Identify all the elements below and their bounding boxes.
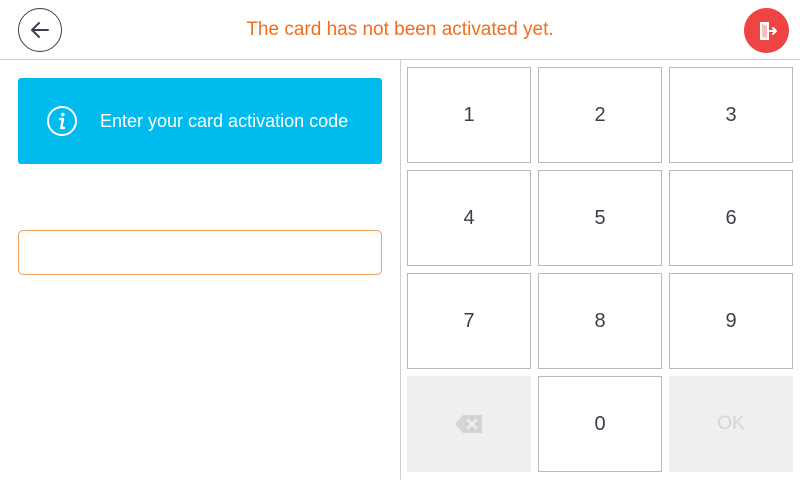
exit-door-icon	[759, 21, 777, 40]
numeric-keypad: 1 2 3 4 5 6 7 8 9 0 OK	[407, 67, 793, 472]
info-banner-text: Enter your card activation code	[100, 110, 349, 131]
key-0[interactable]: 0	[538, 376, 662, 472]
panel-divider	[400, 60, 401, 480]
activation-screen: The card has not been activated yet. Ent…	[0, 0, 800, 480]
info-banner: Enter your card activation code	[18, 78, 382, 164]
key-7[interactable]: 7	[407, 273, 531, 369]
key-9[interactable]: 9	[669, 273, 793, 369]
info-icon	[46, 105, 78, 137]
key-6[interactable]: 6	[669, 170, 793, 266]
backspace-key[interactable]	[407, 376, 531, 472]
backspace-icon	[455, 415, 482, 433]
key-4[interactable]: 4	[407, 170, 531, 266]
key-1[interactable]: 1	[407, 67, 531, 163]
key-5[interactable]: 5	[538, 170, 662, 266]
activation-code-input[interactable]	[18, 230, 382, 275]
key-8[interactable]: 8	[538, 273, 662, 369]
exit-button[interactable]	[744, 8, 789, 53]
arrow-left-icon	[31, 22, 49, 38]
back-button[interactable]	[18, 8, 62, 52]
left-panel: Enter your card activation code	[0, 60, 400, 480]
page-title: The card has not been activated yet.	[246, 19, 554, 40]
key-3[interactable]: 3	[669, 67, 793, 163]
ok-button[interactable]: OK	[669, 376, 793, 472]
key-2[interactable]: 2	[538, 67, 662, 163]
header-bar: The card has not been activated yet.	[0, 0, 800, 60]
